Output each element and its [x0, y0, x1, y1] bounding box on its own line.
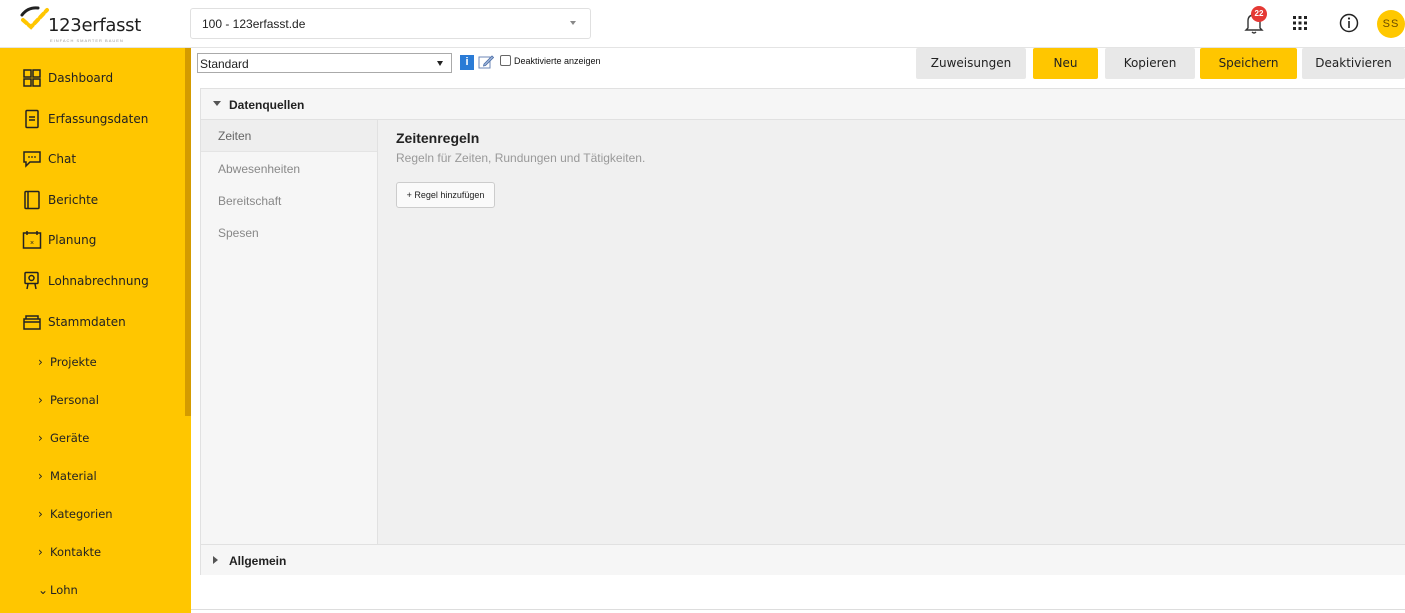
nav-item-label: Bereitschaft	[218, 194, 282, 208]
sidebar-item-label: Erfassungsdaten	[48, 112, 149, 126]
chevron-down-icon: ⌄	[38, 583, 49, 597]
brand-logo[interactable]: 123erfasst EINFACH SMARTER BAUEN	[20, 4, 170, 44]
sidebar-subitem-label: Kategorien	[50, 507, 113, 521]
sidebar-subitem-personal[interactable]: › Personal	[0, 381, 185, 419]
nav-item-label: Zeiten	[218, 129, 252, 143]
caret-down-icon	[213, 101, 221, 106]
show-disabled-label: Deaktivierte anzeigen	[514, 56, 601, 66]
add-rule-button[interactable]: + Regel hinzufügen	[396, 182, 495, 208]
sidebar-item-label: Berichte	[48, 193, 99, 207]
logo-mark-icon	[20, 6, 49, 30]
svg-text:×: ×	[30, 240, 34, 247]
edit-icon[interactable]	[478, 55, 494, 69]
profile-select[interactable]: Standard	[197, 53, 452, 73]
top-header: 123erfasst EINFACH SMARTER BAUEN 100 - 1…	[0, 0, 1405, 48]
sidebar-item-berichte[interactable]: Berichte	[0, 181, 185, 219]
sidebar-item-erfassungsdaten[interactable]: Erfassungsdaten	[0, 100, 185, 138]
sidebar-item-label: Lohnabrechnung	[48, 274, 149, 288]
sidebar-item-label: Chat	[48, 152, 77, 166]
sidebar-subitem-label: Personal	[50, 393, 99, 407]
master-data-icon	[23, 315, 41, 330]
section-title: Datenquellen	[229, 98, 305, 112]
sidebar-subitem-label: Kontakte	[50, 545, 102, 559]
content-subtitle: Regeln für Zeiten, Rundungen und Tätigke…	[396, 151, 646, 165]
content-title: Zeitenregeln	[396, 130, 480, 146]
info-icon	[1339, 13, 1359, 33]
chevron-right-icon: ›	[38, 431, 43, 445]
sidebar-item-dashboard[interactable]: Dashboard	[0, 59, 185, 97]
sidebar-item-label: Planung	[48, 233, 97, 247]
info-button[interactable]	[1336, 10, 1362, 36]
info-icon[interactable]: i	[460, 55, 474, 70]
chevron-down-icon	[570, 21, 576, 25]
chat-icon	[23, 151, 41, 168]
chevron-right-icon: ›	[38, 355, 43, 369]
sidebar-subitem-label: Geräte	[50, 431, 90, 445]
report-icon	[24, 190, 40, 210]
caret-right-icon	[213, 556, 218, 564]
nav-item-zeiten[interactable]: Zeiten	[201, 120, 377, 152]
sidebar-item-planung[interactable]: × Planung	[0, 221, 185, 259]
tenant-select-value: 100 - 123erfasst.de	[202, 17, 306, 31]
notification-badge: 22	[1251, 6, 1267, 22]
section-title: Allgemein	[229, 554, 287, 568]
apps-button[interactable]	[1287, 10, 1313, 36]
main-panel: Datenquellen Zeiten Abwesenheiten Bereit…	[200, 88, 1405, 575]
assignments-button[interactable]: Zuweisungen	[916, 48, 1026, 79]
nav-item-label: Abwesenheiten	[218, 162, 301, 176]
sidebar-subitem-lohn[interactable]: ⌄ Lohn	[0, 571, 185, 609]
sidebar-subitem-label: Projekte	[50, 355, 97, 369]
save-button[interactable]: Speichern	[1200, 48, 1297, 79]
rules-content: Zeitenregeln Regeln für Zeiten, Rundunge…	[378, 120, 1405, 544]
sidebar: Dashboard Erfassungsdaten Chat Berichte …	[0, 48, 191, 613]
sidebar-subitem-projekte[interactable]: › Projekte	[0, 343, 185, 381]
sidebar-item-label: Dashboard	[48, 71, 114, 85]
show-disabled-checkbox[interactable]	[500, 55, 511, 66]
nav-item-bereitschaft[interactable]: Bereitschaft	[201, 185, 377, 217]
nav-item-spesen[interactable]: Spesen	[201, 217, 377, 249]
section-datasources-header[interactable]: Datenquellen	[201, 89, 1405, 120]
sidebar-subitem-geraete[interactable]: › Geräte	[0, 419, 185, 457]
divider	[191, 609, 1405, 610]
sidebar-subitem-kontakte[interactable]: › Kontakte	[0, 533, 185, 571]
profile-select-value: Standard	[200, 57, 249, 71]
chevron-right-icon: ›	[38, 545, 43, 559]
disable-button[interactable]: Deaktivieren	[1302, 48, 1405, 79]
brand-tagline: EINFACH SMARTER BAUEN	[50, 38, 124, 43]
chevron-right-icon: ›	[38, 507, 43, 521]
apps-grid-icon	[1293, 16, 1307, 30]
nav-item-label: Spesen	[218, 226, 259, 240]
sidebar-subitem-material[interactable]: › Material	[0, 457, 185, 495]
sidebar-scrollbar[interactable]	[185, 48, 191, 416]
user-avatar[interactable]: SS	[1377, 10, 1405, 38]
nav-item-abwesenheiten[interactable]: Abwesenheiten	[201, 153, 377, 185]
calendar-icon: ×	[22, 231, 42, 249]
sidebar-item-lohnabrechnung[interactable]: Lohnabrechnung	[0, 262, 185, 300]
sidebar-subitem-label: Material	[50, 469, 97, 483]
new-button[interactable]: Neu	[1033, 48, 1098, 79]
document-icon	[25, 109, 39, 129]
chevron-right-icon: ›	[38, 393, 43, 407]
chevron-right-icon: ›	[38, 469, 43, 483]
sidebar-subitem-kategorien[interactable]: › Kategorien	[0, 495, 185, 533]
sidebar-item-chat[interactable]: Chat	[0, 140, 185, 178]
dashboard-icon	[23, 69, 41, 87]
sidebar-item-stammdaten[interactable]: Stammdaten	[0, 303, 185, 341]
sidebar-subitem-label: Lohn	[50, 583, 78, 597]
brand-name: 123erfasst	[48, 15, 142, 36]
notifications-button[interactable]: 22	[1241, 6, 1267, 36]
copy-button[interactable]: Kopieren	[1105, 48, 1195, 79]
section-general-header[interactable]: Allgemein	[201, 544, 1405, 575]
payroll-icon	[24, 271, 39, 290]
chevron-down-icon	[437, 61, 443, 66]
datasource-nav: Zeiten Abwesenheiten Bereitschaft Spesen	[201, 120, 378, 544]
sidebar-item-label: Stammdaten	[48, 315, 126, 329]
toolbar: Standard i Deaktivierte anzeigen Zuweisu…	[191, 48, 1405, 88]
tenant-select[interactable]: 100 - 123erfasst.de	[190, 8, 591, 39]
